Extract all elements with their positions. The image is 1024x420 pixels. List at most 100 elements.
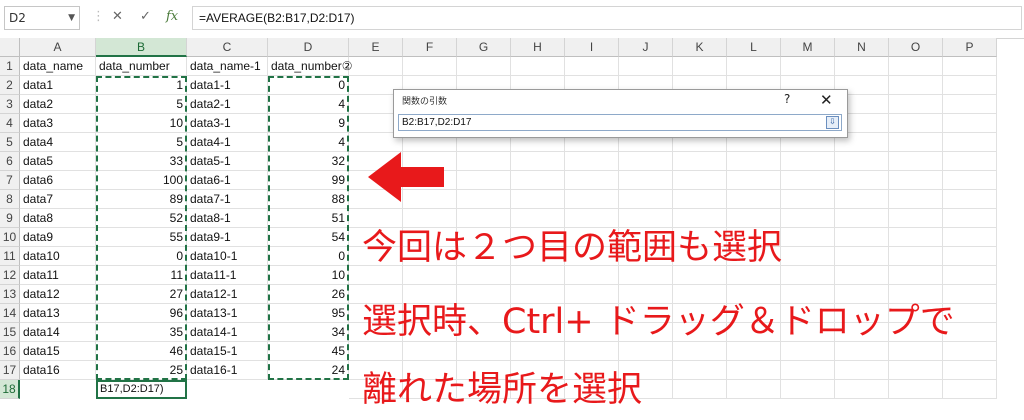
- empty-cell[interactable]: [403, 266, 457, 285]
- empty-cell[interactable]: [889, 171, 943, 190]
- column-header-h[interactable]: H: [511, 38, 565, 57]
- row-header-4[interactable]: 4: [0, 114, 20, 133]
- empty-cell[interactable]: [889, 361, 943, 380]
- empty-cell[interactable]: [889, 380, 943, 399]
- chevron-down-icon[interactable]: ▼: [68, 7, 75, 29]
- cell-a7[interactable]: data6: [20, 171, 96, 190]
- column-header-a[interactable]: A: [20, 38, 96, 57]
- empty-cell[interactable]: [403, 209, 457, 228]
- row-header-12[interactable]: 12: [0, 266, 20, 285]
- expand-dialog-icon[interactable]: ⇩: [826, 116, 839, 129]
- empty-cell[interactable]: [889, 152, 943, 171]
- empty-cell[interactable]: [565, 57, 619, 76]
- empty-cell[interactable]: [835, 190, 889, 209]
- row-header-5[interactable]: 5: [0, 133, 20, 152]
- empty-cell[interactable]: [727, 361, 781, 380]
- cell-d2[interactable]: 0: [268, 76, 349, 95]
- empty-cell[interactable]: [835, 171, 889, 190]
- column-header-o[interactable]: O: [889, 38, 943, 57]
- cell-d9[interactable]: 51: [268, 209, 349, 228]
- empty-cell[interactable]: [781, 152, 835, 171]
- cell-b5[interactable]: 5: [96, 133, 187, 152]
- empty-cell[interactable]: [457, 266, 511, 285]
- empty-cell[interactable]: [889, 247, 943, 266]
- row-header-10[interactable]: 10: [0, 228, 20, 247]
- empty-cell[interactable]: [781, 190, 835, 209]
- column-header-g[interactable]: G: [457, 38, 511, 57]
- cell-a14[interactable]: data13: [20, 304, 96, 323]
- insert-function-icon[interactable]: fx: [166, 9, 178, 24]
- cell-c6[interactable]: data5-1: [187, 152, 268, 171]
- empty-cell[interactable]: [943, 171, 997, 190]
- cancel-icon[interactable]: ✕: [112, 9, 123, 24]
- cell-c7[interactable]: data6-1: [187, 171, 268, 190]
- empty-cell[interactable]: [727, 171, 781, 190]
- empty-cell[interactable]: [727, 342, 781, 361]
- empty-cell[interactable]: [457, 342, 511, 361]
- cell-d3[interactable]: 4: [268, 95, 349, 114]
- row-header-6[interactable]: 6: [0, 152, 20, 171]
- empty-cell[interactable]: [457, 152, 511, 171]
- empty-cell[interactable]: [349, 342, 403, 361]
- cell-a2[interactable]: data1: [20, 76, 96, 95]
- cell-c4[interactable]: data3-1: [187, 114, 268, 133]
- cell-c8[interactable]: data7-1: [187, 190, 268, 209]
- formula-input[interactable]: =AVERAGE(B2:B17,D2:D17): [192, 6, 1022, 30]
- empty-cell[interactable]: [673, 361, 727, 380]
- empty-cell[interactable]: [889, 228, 943, 247]
- column-header-c[interactable]: C: [187, 38, 268, 57]
- empty-cell[interactable]: [673, 152, 727, 171]
- empty-cell[interactable]: [781, 247, 835, 266]
- empty-cell[interactable]: [619, 342, 673, 361]
- cell-a16[interactable]: data15: [20, 342, 96, 361]
- empty-cell[interactable]: [943, 228, 997, 247]
- select-all-corner[interactable]: [0, 38, 20, 57]
- empty-cell[interactable]: [889, 114, 943, 133]
- cell-d16[interactable]: 45: [268, 342, 349, 361]
- empty-cell[interactable]: [349, 209, 403, 228]
- empty-cell[interactable]: [889, 342, 943, 361]
- cell-d13[interactable]: 26: [268, 285, 349, 304]
- empty-cell[interactable]: [511, 266, 565, 285]
- empty-cell[interactable]: [943, 266, 997, 285]
- empty-cell[interactable]: [619, 57, 673, 76]
- empty-cell[interactable]: [835, 266, 889, 285]
- cell-a12[interactable]: data11: [20, 266, 96, 285]
- empty-cell[interactable]: [889, 133, 943, 152]
- empty-cell[interactable]: [565, 266, 619, 285]
- cell-a9[interactable]: data8: [20, 209, 96, 228]
- cell-b3[interactable]: 5: [96, 95, 187, 114]
- empty-cell[interactable]: [727, 209, 781, 228]
- column-header-m[interactable]: M: [781, 38, 835, 57]
- row-header-7[interactable]: 7: [0, 171, 20, 190]
- cell-b12[interactable]: 11: [96, 266, 187, 285]
- cell-b7[interactable]: 100: [96, 171, 187, 190]
- cell-b4[interactable]: 10: [96, 114, 187, 133]
- cell-b16[interactable]: 46: [96, 342, 187, 361]
- cell-b2[interactable]: 1: [96, 76, 187, 95]
- cell-d10[interactable]: 54: [268, 228, 349, 247]
- empty-cell[interactable]: [511, 209, 565, 228]
- cell-b10[interactable]: 55: [96, 228, 187, 247]
- help-icon[interactable]: ?: [784, 92, 790, 106]
- row-header-18[interactable]: 18: [0, 380, 20, 399]
- empty-cell[interactable]: [781, 171, 835, 190]
- column-header-l[interactable]: L: [727, 38, 781, 57]
- cell-d6[interactable]: 32: [268, 152, 349, 171]
- cell-d11[interactable]: 0: [268, 247, 349, 266]
- cell-c16[interactable]: data15-1: [187, 342, 268, 361]
- name-box[interactable]: D2 ▼: [4, 6, 80, 30]
- cell-a13[interactable]: data12: [20, 285, 96, 304]
- empty-cell[interactable]: [943, 342, 997, 361]
- cell-b9[interactable]: 52: [96, 209, 187, 228]
- cell-a8[interactable]: data7: [20, 190, 96, 209]
- row-header-17[interactable]: 17: [0, 361, 20, 380]
- empty-cell[interactable]: [619, 209, 673, 228]
- column-header-p[interactable]: P: [943, 38, 997, 57]
- empty-cell[interactable]: [619, 152, 673, 171]
- cell-c14[interactable]: data13-1: [187, 304, 268, 323]
- empty-cell[interactable]: [727, 380, 781, 399]
- empty-cell[interactable]: [565, 342, 619, 361]
- cell-c9[interactable]: data8-1: [187, 209, 268, 228]
- column-header-n[interactable]: N: [835, 38, 889, 57]
